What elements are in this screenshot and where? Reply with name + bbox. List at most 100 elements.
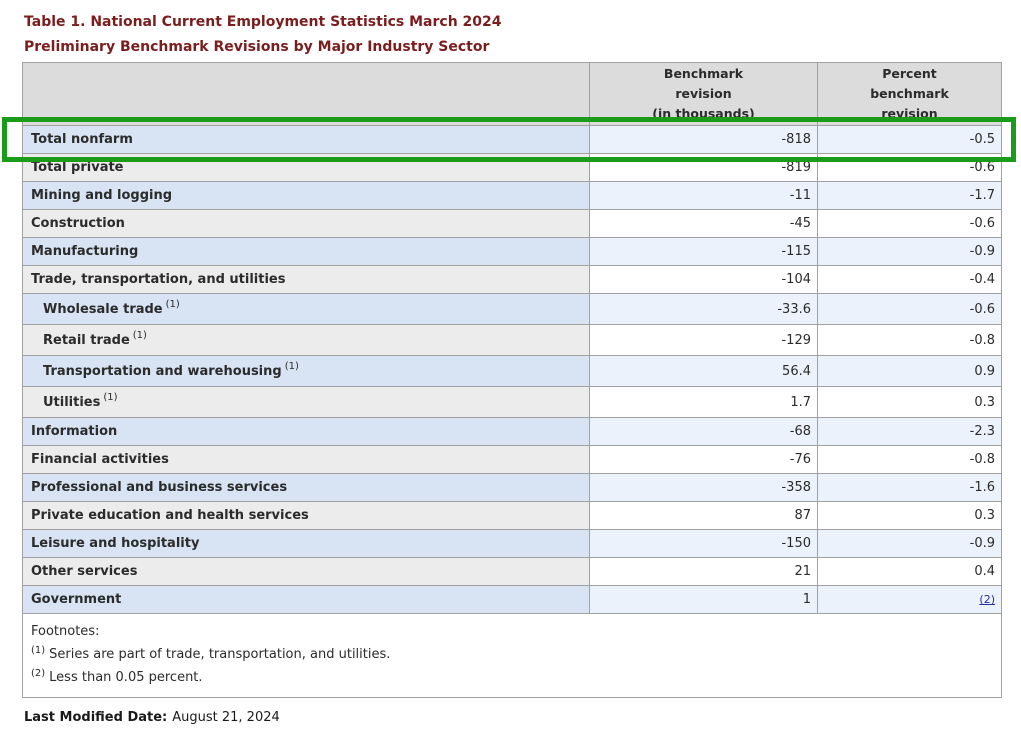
- table-row: Trade, transportation, and utilities -104…: [23, 266, 1002, 294]
- industry-label-cell: Information: [23, 418, 590, 446]
- footnote-marker: (1): [31, 645, 45, 656]
- header-line: benchmark: [818, 84, 1001, 104]
- industry-label: Government: [31, 592, 121, 607]
- benchmark-revision-cell: -115: [590, 238, 818, 266]
- table-row: Professional and business services -358-1…: [23, 474, 1002, 502]
- footnote-marker: (2): [31, 668, 45, 679]
- table-row: Transportation and warehousing(1)56.40.9: [23, 356, 1002, 387]
- percent-revision-cell: -0.9: [818, 530, 1002, 558]
- industry-label-cell: Government: [23, 586, 590, 614]
- industry-label: Leisure and hospitality: [31, 536, 199, 551]
- benchmark-revision-cell: -68: [590, 418, 818, 446]
- benchmark-revision-cell: 1: [590, 586, 818, 614]
- table-row: Manufacturing -115-0.9: [23, 238, 1002, 266]
- benchmark-revision-cell: -129: [590, 325, 818, 356]
- title-line-2: Preliminary Benchmark Revisions by Major…: [24, 35, 502, 60]
- industry-label: Utilities: [43, 395, 100, 410]
- last-modified: Last Modified Date:August 21, 2024: [24, 710, 280, 725]
- industry-label-cell: Professional and business services: [23, 474, 590, 502]
- footnote-marker: (1): [285, 361, 299, 372]
- last-modified-label: Last Modified Date:: [24, 710, 167, 725]
- industry-label-cell: Manufacturing: [23, 238, 590, 266]
- footnote-text: Less than 0.05 percent.: [49, 670, 202, 685]
- footnotes-cell: Footnotes: (1) Series are part of trade, …: [23, 614, 1002, 698]
- industry-label: Total nonfarm: [31, 132, 133, 147]
- industry-label: Retail trade: [43, 333, 130, 348]
- percent-revision-cell: 0.3: [818, 502, 1002, 530]
- industry-label: Professional and business services: [31, 480, 287, 495]
- percent-revision-cell: -0.4: [818, 266, 1002, 294]
- industry-label: Information: [31, 424, 117, 439]
- industry-label-cell: Retail trade(1): [23, 325, 590, 356]
- benchmark-revision-cell: -33.6: [590, 294, 818, 325]
- footnotes-heading: Footnotes:: [31, 620, 991, 643]
- industry-label-cell: Private education and health services: [23, 502, 590, 530]
- footnote-marker: (1): [103, 392, 117, 403]
- industry-label-cell: Utilities(1): [23, 387, 590, 418]
- percent-revision-cell: -0.9: [818, 238, 1002, 266]
- industry-label-cell: Trade, transportation, and utilities: [23, 266, 590, 294]
- benchmark-revision-cell: 56.4: [590, 356, 818, 387]
- table-row: Utilities(1)1.70.3: [23, 387, 1002, 418]
- footnote-text: Series are part of trade, transportation…: [49, 647, 390, 662]
- percent-revision-cell: 0.3: [818, 387, 1002, 418]
- percent-revision-cell: -2.3: [818, 418, 1002, 446]
- benchmark-revision-cell: -76: [590, 446, 818, 474]
- header-line: Percent: [818, 64, 1001, 84]
- industry-label-cell: Financial activities: [23, 446, 590, 474]
- benchmark-revision-cell: 87: [590, 502, 818, 530]
- percent-revision-cell: -0.8: [818, 446, 1002, 474]
- header-line: revision: [818, 104, 1001, 124]
- table-body: Total nonfarm-818-0.5Total private-819-0…: [23, 126, 1002, 614]
- industry-label-cell: Total private: [23, 154, 590, 182]
- page-title: Table 1. National Current Employment Sta…: [24, 10, 502, 60]
- benchmark-revision-cell: -818: [590, 126, 818, 154]
- title-line-1: Table 1. National Current Employment Sta…: [24, 10, 502, 35]
- industry-label: Private education and health services: [31, 508, 309, 523]
- benchmark-revision-cell: -104: [590, 266, 818, 294]
- header-line: revision: [590, 84, 817, 104]
- table-row: Private education and health services 870…: [23, 502, 1002, 530]
- table-header-row: Benchmarkrevision(in thousands) Percentb…: [23, 63, 1002, 126]
- industry-label: Financial activities: [31, 452, 169, 467]
- percent-revision-cell: -0.6: [818, 154, 1002, 182]
- benchmark-revisions-table: Benchmarkrevision(in thousands) Percentb…: [22, 62, 1002, 698]
- header-line: (in thousands): [590, 104, 817, 124]
- percent-revision-cell: -0.6: [818, 210, 1002, 238]
- industry-label: Manufacturing: [31, 244, 138, 259]
- industry-label: Trade, transportation, and utilities: [31, 272, 285, 287]
- benchmark-revision-cell: -358: [590, 474, 818, 502]
- industry-label-cell: Construction: [23, 210, 590, 238]
- table-row: Government 1 (2): [23, 586, 1002, 614]
- table-row-highlighted: Total nonfarm -818-0.5: [23, 126, 1002, 154]
- benchmark-revision-cell: -819: [590, 154, 818, 182]
- industry-label: Construction: [31, 216, 125, 231]
- table-row: Financial activities -76-0.8: [23, 446, 1002, 474]
- table-row: Construction -45-0.6: [23, 210, 1002, 238]
- percent-revision-cell: -0.6: [818, 294, 1002, 325]
- table-row: Leisure and hospitality-150-0.9: [23, 530, 1002, 558]
- footnotes-list: (1) Series are part of trade, transportat…: [31, 643, 991, 689]
- percent-revision-cell: -0.5: [818, 126, 1002, 154]
- footnote-item: (2) Less than 0.05 percent.: [31, 666, 991, 689]
- percent-revision-cell: 0.4: [818, 558, 1002, 586]
- footnote-2-link[interactable]: (2): [979, 593, 995, 606]
- industry-label-cell: Mining and logging: [23, 182, 590, 210]
- table-row: Other services210.4: [23, 558, 1002, 586]
- footnote-marker: (1): [133, 330, 147, 341]
- percent-revision-cell: -1.6: [818, 474, 1002, 502]
- industry-label: Transportation and warehousing: [43, 364, 282, 379]
- industry-label-cell: Other services: [23, 558, 590, 586]
- industry-label: Total private: [31, 160, 124, 175]
- table-row: Wholesale trade(1)-33.6-0.6: [23, 294, 1002, 325]
- footnote-item: (1) Series are part of trade, transportat…: [31, 643, 991, 666]
- percent-revision-cell: (2): [818, 586, 1002, 614]
- table-row: Mining and logging-11-1.7: [23, 182, 1002, 210]
- industry-label-cell: Transportation and warehousing(1): [23, 356, 590, 387]
- percent-revision-cell: -1.7: [818, 182, 1002, 210]
- industry-label-cell: Wholesale trade(1): [23, 294, 590, 325]
- benchmark-revision-cell: 21: [590, 558, 818, 586]
- industry-label: Mining and logging: [31, 188, 172, 203]
- industry-label: Wholesale trade: [43, 302, 163, 317]
- benchmark-revision-cell: -45: [590, 210, 818, 238]
